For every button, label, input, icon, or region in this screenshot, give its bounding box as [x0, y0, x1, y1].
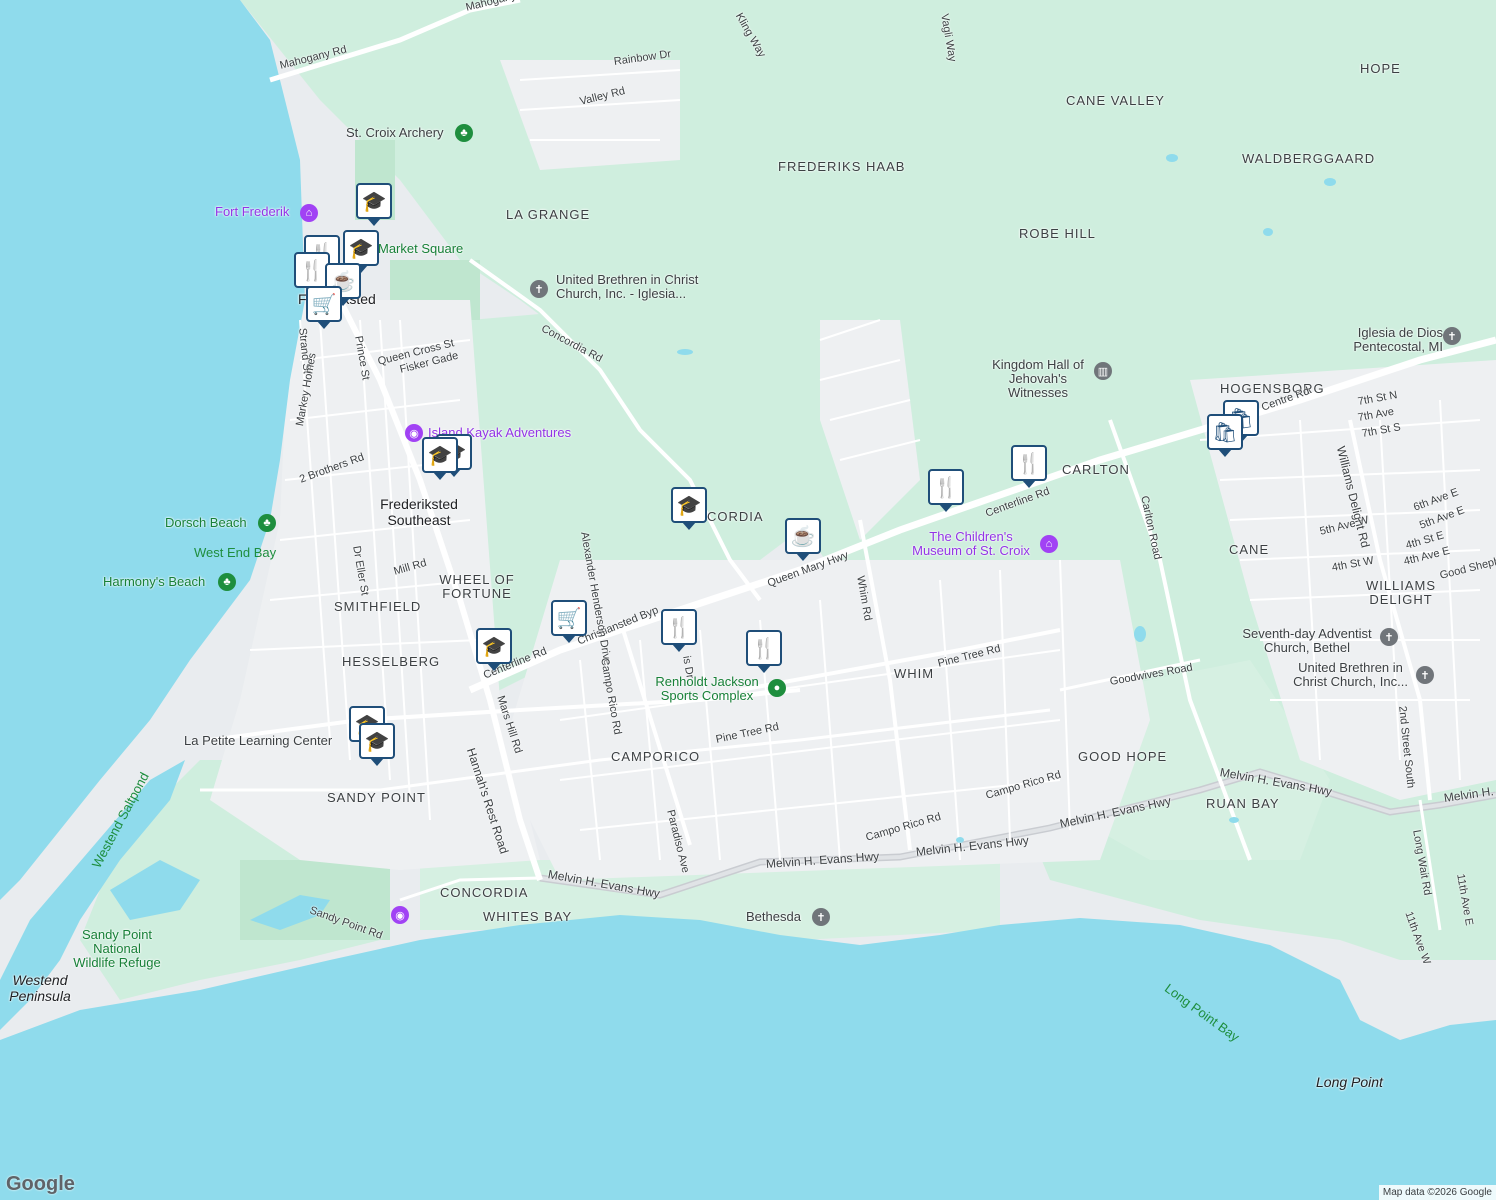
area-label: WHEEL OF FORTUNE — [439, 572, 515, 601]
camera-icon: ◉ — [405, 424, 423, 442]
area-label: WILLIAMS DELIGHT — [1365, 578, 1437, 607]
hall-icon: ▥ — [1094, 362, 1112, 380]
poi-bethesda[interactable]: Bethesda — [746, 909, 801, 924]
poi-st-croix-archery[interactable]: St. Croix Archery — [346, 125, 444, 140]
graduation-cap-icon: 🎓 — [676, 494, 702, 517]
area-label: SANDY POINT — [327, 790, 426, 805]
school-pin[interactable]: 🎓 — [343, 230, 379, 273]
area-label: CONCORDIA — [440, 885, 529, 900]
area-label: HOPE — [1360, 61, 1401, 76]
poi-united-brethren-church-2[interactable]: United Brethren in Christ Church, Inc... — [1288, 661, 1413, 689]
graduation-cap-icon: 🎓 — [481, 635, 507, 658]
shopping-bag-icon: 🛍 — [1212, 421, 1238, 444]
poi-fort-frederik[interactable]: Fort Frederik — [215, 204, 289, 219]
poi-market-square[interactable]: Market Square — [378, 241, 463, 256]
church-icon: ✝ — [530, 280, 548, 298]
natural-label-long-point: Long Point — [1316, 1074, 1383, 1090]
fork-knife-icon: 🍴 — [666, 616, 692, 639]
school-pin[interactable]: 🎓 — [422, 437, 458, 480]
restaurant-pin[interactable]: 🍴 — [1011, 445, 1047, 488]
area-label: CANE — [1229, 542, 1270, 557]
map-base-layer — [0, 0, 1496, 1200]
shopping-cart-pin[interactable]: 🛒 — [306, 286, 342, 329]
restaurant-pin[interactable]: 🍴 — [928, 469, 964, 512]
church-icon: ✝ — [1416, 666, 1434, 684]
map-attribution[interactable]: Map data ©2026 Google — [1378, 1185, 1496, 1200]
area-label: RUAN BAY — [1206, 796, 1280, 811]
school-pin[interactable]: 🎓 — [476, 628, 512, 671]
area-label: CARLTON — [1062, 462, 1130, 477]
area-label: HESSELBERG — [342, 654, 441, 669]
poi-dorsch-beach[interactable]: Dorsch Beach — [165, 515, 247, 530]
shopping-cart-icon: 🛒 — [556, 607, 582, 630]
area-label: SMITHFIELD — [334, 599, 422, 614]
poi-harmonys-beach[interactable]: Harmony's Beach — [103, 574, 205, 589]
poi-la-petite-learning-center[interactable]: La Petite Learning Center — [184, 733, 332, 748]
poi-renholdt-jackson-sports-complex[interactable]: Renholdt Jackson Sports Complex — [650, 675, 764, 703]
church-icon: ✝ — [812, 908, 830, 926]
museum-icon: ⌂ — [1040, 535, 1058, 553]
area-label: CAMPORICO — [611, 749, 701, 764]
church-icon: ✝ — [1380, 628, 1398, 646]
area-label: LA GRANGE — [506, 207, 591, 222]
area-label: ROBE HILL — [1019, 226, 1096, 241]
graduation-cap-icon: 🎓 — [361, 190, 387, 213]
school-pin[interactable]: 🎓 — [671, 487, 707, 530]
cafe-pin[interactable]: ☕ — [785, 518, 821, 561]
poi-united-brethren-church[interactable]: United Brethren in Christ Church, Inc. -… — [556, 273, 716, 301]
church-icon: ✝ — [1443, 327, 1461, 345]
fork-knife-icon: 🍴 — [299, 259, 325, 282]
area-label: WHITES BAY — [483, 909, 573, 924]
area-label: WALDBERGGAARD — [1242, 151, 1376, 166]
shopping-bag-pin[interactable]: 🛍 — [1207, 414, 1243, 457]
graduation-cap-icon: 🎓 — [427, 444, 453, 467]
camera-icon: ◉ — [391, 906, 409, 924]
fork-knife-icon: 🍴 — [1016, 452, 1042, 475]
map-canvas[interactable]: HOPE CANE VALLEY WALDBERGGAARD FREDERIKS… — [0, 0, 1496, 1200]
poi-seventh-day-adventist[interactable]: Seventh-day Adventist Church, Bethel — [1232, 627, 1382, 655]
fork-knife-icon: 🍴 — [751, 637, 777, 660]
museum-icon: ⌂ — [300, 204, 318, 222]
coffee-cup-icon: ☕ — [790, 525, 816, 548]
graduation-cap-icon: 🎓 — [348, 237, 374, 260]
water-label-west-end-bay: West End Bay — [194, 545, 277, 560]
shopping-cart-pin[interactable]: 🛒 — [551, 600, 587, 643]
school-pin[interactable]: 🎓 — [359, 723, 395, 766]
restaurant-pin[interactable]: 🍴 — [661, 609, 697, 652]
restaurant-pin[interactable]: 🍴 — [746, 630, 782, 673]
google-logo: Google — [6, 1173, 75, 1195]
area-label: WHIM — [894, 666, 935, 681]
area-label: CANE VALLEY — [1066, 93, 1165, 108]
poi-sandy-point-refuge[interactable]: Sandy Point National Wildlife Refuge — [72, 928, 162, 970]
school-pin[interactable]: 🎓 — [356, 183, 392, 226]
graduation-cap-icon: 🎓 — [364, 730, 390, 753]
natural-label-westend-peninsula: Westend Peninsula — [9, 972, 71, 1004]
fork-knife-icon: 🍴 — [933, 476, 959, 499]
area-label: CORDIA — [707, 509, 764, 524]
tree-icon: ♣ — [218, 573, 236, 591]
tree-icon: ♣ — [455, 124, 473, 142]
town-label-frederiksted-southeast: Frederiksted Southeast — [380, 496, 458, 528]
shopping-cart-icon: 🛒 — [311, 293, 337, 316]
poi-childrens-museum[interactable]: The Children's Museum of St. Croix — [906, 530, 1036, 558]
tree-icon: ♣ — [258, 514, 276, 532]
area-label: GOOD HOPE — [1078, 749, 1168, 764]
poi-kingdom-hall[interactable]: Kingdom Hall of Jehovah's Witnesses — [978, 358, 1098, 400]
area-label: FREDERIKS HAAB — [778, 159, 906, 174]
poi-iglesia-de-dios[interactable]: Iglesia de Dios Pentecostal, MI — [1343, 326, 1443, 354]
sports-icon: ● — [768, 679, 786, 697]
